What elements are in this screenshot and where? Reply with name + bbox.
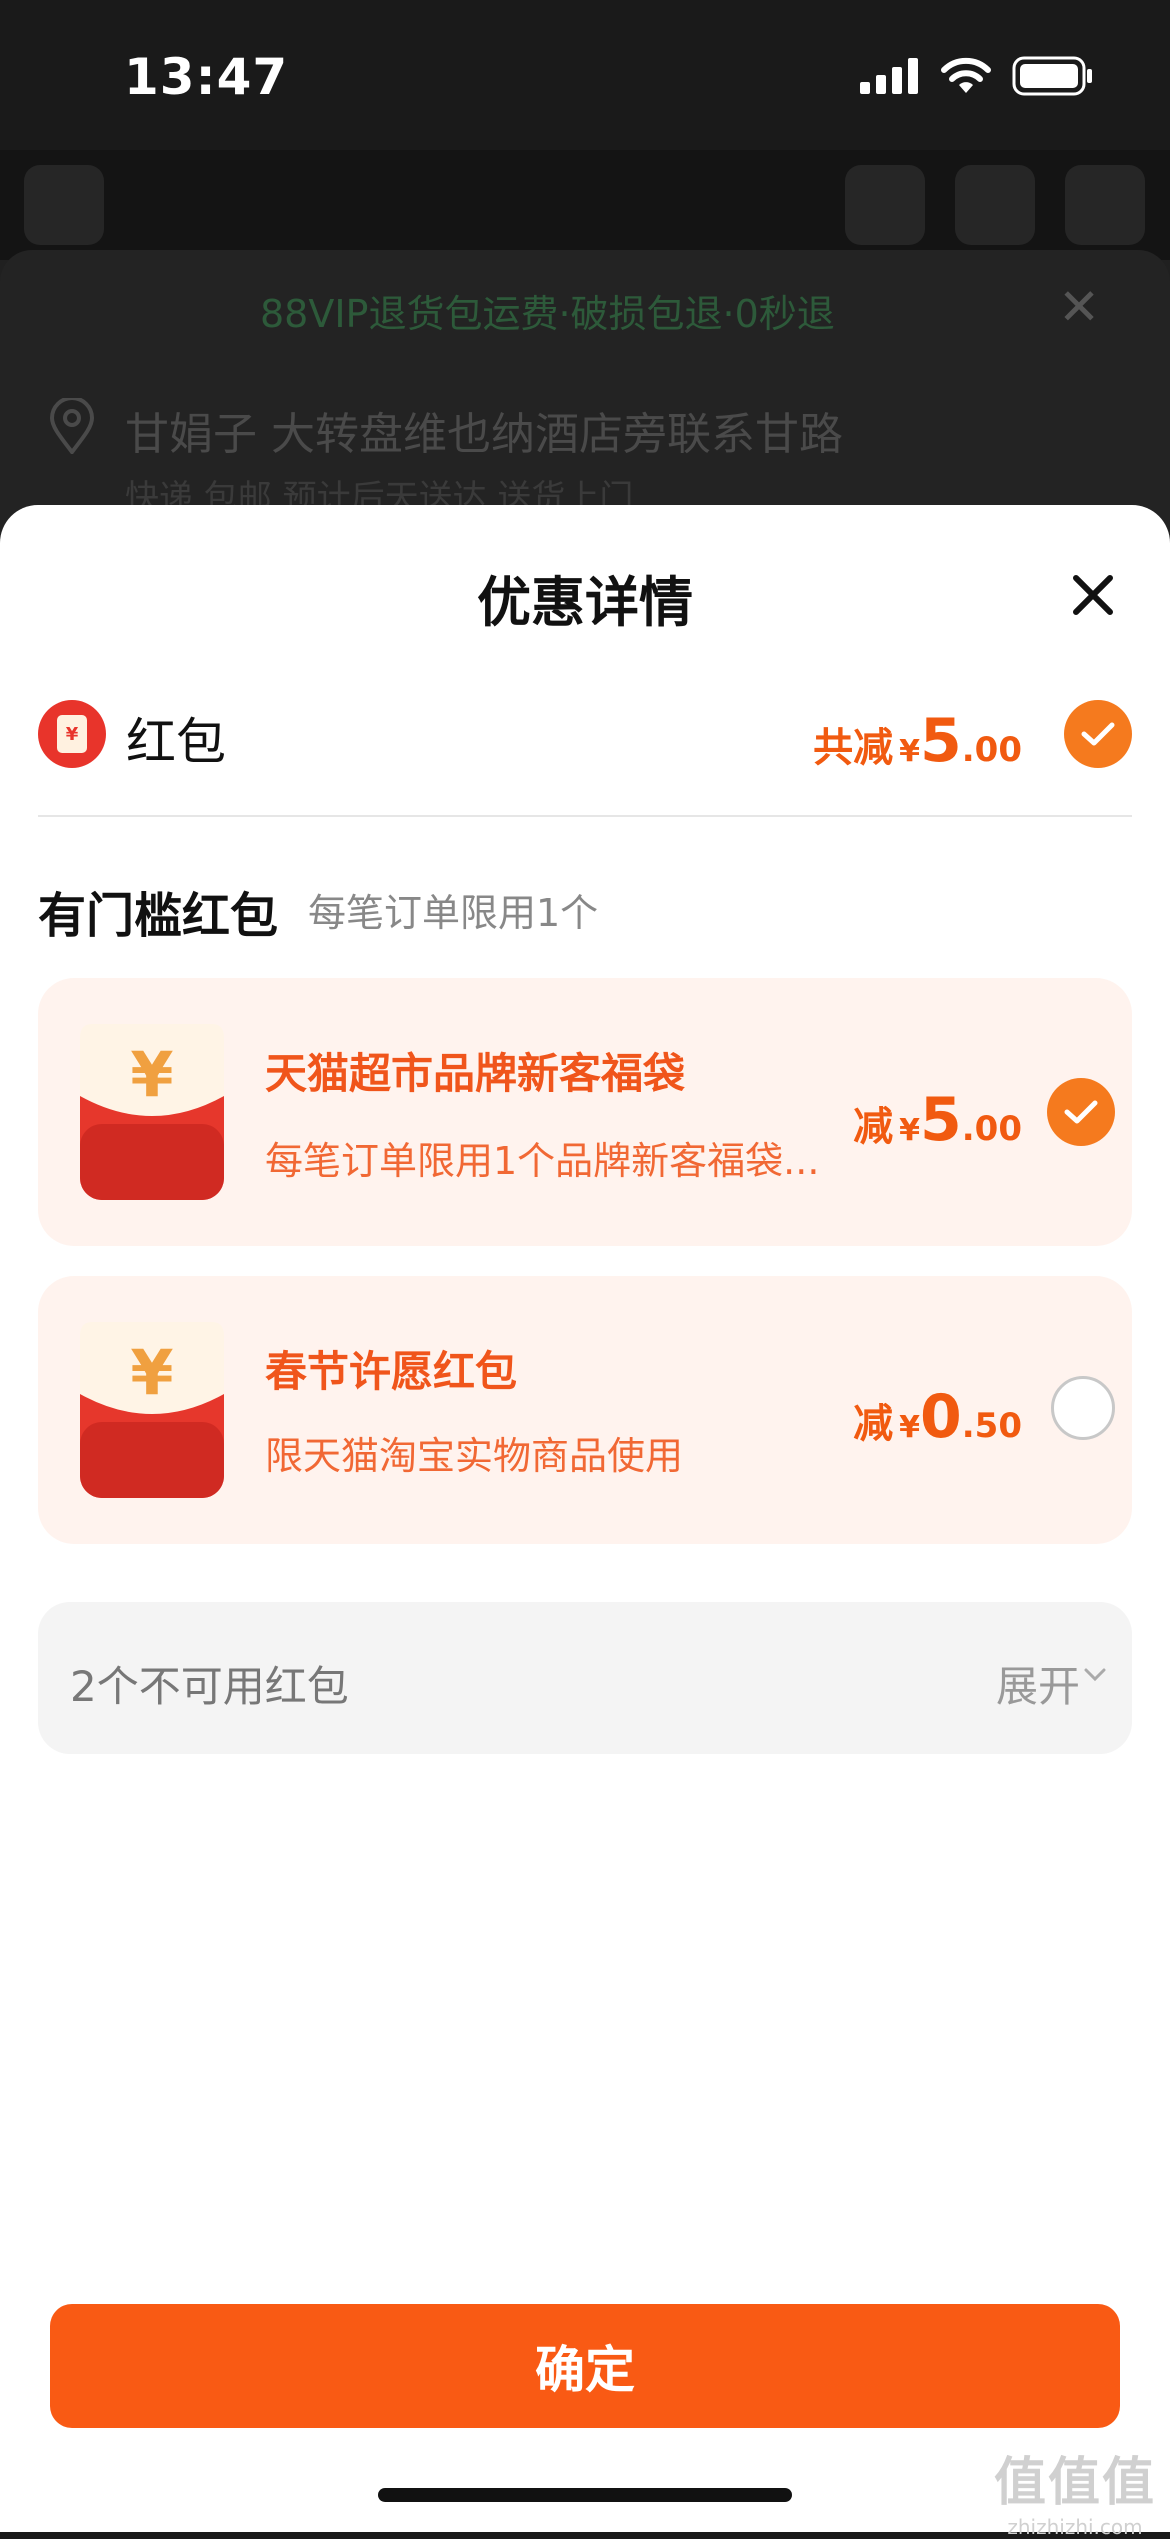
checkmark-icon — [1081, 722, 1115, 746]
back-icon — [24, 165, 104, 245]
red-packet-check[interactable] — [1064, 700, 1132, 768]
section-title: 有门槛红包 — [38, 888, 279, 944]
total-amount-dec: .00 — [961, 730, 1022, 770]
background-close-icon: ✕ — [1058, 278, 1100, 336]
coupon-currency: ¥ — [899, 1410, 921, 1445]
divider — [38, 815, 1132, 817]
watermark: 值值值 zhizhizhi.com — [994, 2440, 1156, 2539]
coupon-title: 春节许愿红包 — [265, 1347, 518, 1396]
chevron-down-icon — [1084, 1668, 1106, 1682]
red-envelope-icon: ¥ — [80, 1024, 224, 1200]
background-address: 甘娟子 大转盘维也纳酒店旁联系甘路 — [125, 409, 843, 460]
unavailable-label: 2个不可用红包 — [70, 1662, 349, 1711]
coupon-amount-int: 5 — [920, 1085, 962, 1155]
expand-link[interactable]: 展开 — [996, 1653, 1080, 1714]
coupon-amount: 减 ¥ 5 .00 — [853, 1085, 1022, 1155]
watermark-logo: 值值值 — [993, 2453, 1156, 2513]
coupon-amount: 减 ¥ 0 .50 — [853, 1382, 1022, 1452]
coupon-radio[interactable] — [1051, 1376, 1115, 1440]
total-amount-int: 5 — [920, 706, 962, 776]
coupon-amount-int: 0 — [920, 1382, 962, 1452]
coupon-amount-dec: .00 — [961, 1109, 1022, 1149]
red-packet-label: 红包 — [126, 713, 226, 771]
status-icons — [860, 56, 1094, 96]
coupon-desc: 限天猫淘宝实物商品使用 — [265, 1434, 684, 1478]
coupon-amount-prefix: 减 — [853, 1401, 894, 1447]
coupon-title: 天猫超市品牌新客福袋 — [265, 1049, 686, 1098]
wifi-icon — [941, 57, 991, 93]
total-prefix: 共减 — [813, 725, 894, 771]
coupon-desc: 每笔订单限用1个品牌新客福袋... — [265, 1139, 820, 1183]
confirm-button[interactable]: 确定 — [50, 2304, 1120, 2428]
section-subtitle: 每笔订单限用1个 — [308, 891, 599, 935]
close-icon[interactable] — [1068, 570, 1118, 620]
svg-text:¥: ¥ — [130, 1038, 173, 1111]
checkmark-icon — [1064, 1100, 1098, 1124]
coupon-currency: ¥ — [899, 1113, 921, 1148]
red-envelope-icon: ¥ — [80, 1322, 224, 1498]
sheet-title: 优惠详情 — [477, 571, 693, 634]
cart-icon — [955, 165, 1035, 245]
background-banner: 88VIP退货包运费·破损包退·0秒退 — [260, 292, 835, 336]
svg-text:¥: ¥ — [130, 1336, 173, 1409]
red-packet-icon: ¥ — [38, 700, 106, 768]
coupon-amount-prefix: 减 — [853, 1104, 894, 1150]
battery-icon — [1012, 56, 1092, 96]
share-icon — [845, 165, 925, 245]
coupon-check[interactable] — [1047, 1078, 1115, 1146]
signal-icon — [860, 58, 918, 94]
watermark-url: zhizhizhi.com — [1007, 2515, 1143, 2539]
total-discount: 共减 ¥ 5 .00 — [813, 706, 1022, 776]
more-icon — [1065, 165, 1145, 245]
status-time: 13:47 — [124, 48, 289, 106]
currency-symbol: ¥ — [899, 734, 921, 769]
coupon-amount-dec: .50 — [961, 1406, 1022, 1446]
location-pin-icon — [49, 398, 95, 454]
home-indicator[interactable] — [378, 2488, 792, 2502]
